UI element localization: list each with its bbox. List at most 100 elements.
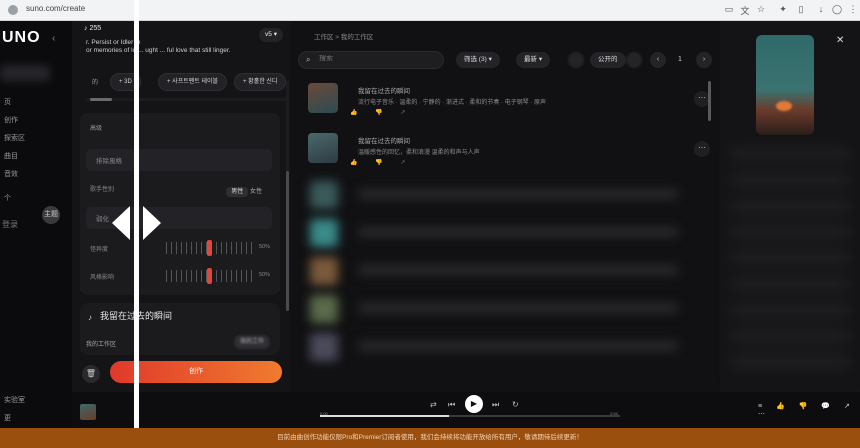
player-cover[interactable] <box>80 404 96 420</box>
slider-knob[interactable] <box>206 268 212 284</box>
blurred-text <box>358 303 678 313</box>
lyrics-textarea[interactable]: r. Persist or Idler fe or memories of lo… <box>86 39 276 55</box>
download-icon[interactable]: ↓ <box>814 4 828 14</box>
total-time: 2:54 <box>610 411 618 416</box>
sidebar-item-profile[interactable]: 个 <box>4 193 11 203</box>
next-page-button[interactable]: › <box>696 52 712 68</box>
play-button[interactable]: ▶ <box>465 395 483 413</box>
sidebar-item-create[interactable]: 创作 <box>4 115 18 125</box>
chevron-down-icon: ▾ <box>538 56 543 63</box>
collapse-sidebar-icon[interactable]: ‹ <box>52 33 55 44</box>
menu-icon[interactable]: ⋮ <box>846 4 860 15</box>
song-cover[interactable] <box>308 133 338 163</box>
grid-icon[interactable] <box>568 52 584 68</box>
advanced-options-card: 高级 排除風格 歌手性别 男性 女性 弱化 怪异度 50% 风格影响 50% <box>80 113 280 295</box>
sidebar-item-explore[interactable]: 探索区 <box>4 133 25 143</box>
sidebar-item-home[interactable]: 页 <box>4 97 11 107</box>
credits-counter: ♪ 255 <box>84 25 102 32</box>
blurred-song-row <box>306 181 706 211</box>
create-panel: ♪ 255 v5 ▾ r. Persist or Idler fe or mem… <box>72 21 290 448</box>
workspace-scrollbar[interactable] <box>708 81 711 121</box>
sidebar-login[interactable]: 登录 <box>2 219 18 230</box>
song-cover[interactable] <box>308 83 338 113</box>
theme-bubble[interactable]: 主题 <box>42 206 60 224</box>
extensions-icon[interactable]: ✦ <box>776 4 790 15</box>
sidebar-item-sounds[interactable]: 音效 <box>4 169 18 179</box>
close-icon[interactable]: ✕ <box>836 35 844 46</box>
sort-button[interactable]: 最新 ▾ <box>516 52 551 68</box>
chevron-down-icon: ▾ <box>488 56 492 63</box>
next-track-icon[interactable]: ⏭ <box>492 400 499 410</box>
progress-fill <box>320 415 449 417</box>
field-label: 弱化 <box>96 216 109 223</box>
song-title[interactable]: 我留在过去的瞬间 <box>358 85 410 95</box>
public-filter-button[interactable]: 公开的 <box>590 52 626 68</box>
arrow-left-icon[interactable] <box>112 206 130 240</box>
address-bar[interactable]: suno.com/create <box>26 4 85 13</box>
left-sidebar: UNO ‹ 页 创作 探索区 曲目 音效 个 主题 登录 实验室 更 <box>0 21 72 448</box>
search-box[interactable]: ⌕ <box>298 51 444 69</box>
search-input[interactable] <box>319 55 439 62</box>
blurred-cover <box>310 295 338 323</box>
slider-label: 风格影响 <box>90 275 115 281</box>
tab-icon[interactable]: ▭ <box>722 4 736 15</box>
song-preview-panel: ✕ <box>720 21 860 392</box>
blurred-text <box>358 189 678 199</box>
chips-scrollbar[interactable] <box>86 98 286 101</box>
filter-button[interactable]: 筛选 (3) ▾ <box>456 52 500 68</box>
site-info-icon[interactable] <box>8 5 18 15</box>
more-icon[interactable]: ⋯ <box>694 141 710 157</box>
gender-female[interactable]: 女性 <box>250 189 262 195</box>
song-row[interactable]: 我留在过去的瞬间 温暖感性的回忆，柔和浪漫 温柔的和声与人声 👍 👎 ↗ ⋯ <box>306 133 710 171</box>
song-actions[interactable]: 👍 👎 ↗ <box>350 159 413 166</box>
gender-toggle[interactable]: 男性 女性 <box>226 186 262 197</box>
sidebar-item-tracks[interactable]: 曲目 <box>4 151 18 161</box>
progress-bar[interactable] <box>320 415 620 417</box>
sidebar-icon[interactable]: ▯ <box>794 4 808 15</box>
style-chip-synth[interactable]: + 황홀한 신디 <box>234 73 287 91</box>
player-actions[interactable]: ≡ 👍 👎 💬 ↗ ⋯ <box>758 402 860 418</box>
blurred-text <box>358 341 678 351</box>
previous-track-icon[interactable]: ⏮ <box>448 400 455 410</box>
profile-icon[interactable]: ◯ <box>830 4 844 15</box>
sidebar-item-labs[interactable]: 实验室 <box>4 395 25 405</box>
song-tags: 流行电子音乐 · 温柔的 · 宁静的 · 渐进式 · 柔和的节奏 · 电子钢琴 … <box>358 100 546 106</box>
scrollbar-thumb[interactable] <box>90 98 112 101</box>
exclude-style-field[interactable]: 排除風格 <box>86 149 272 171</box>
trash-icon[interactable]: 🗑 <box>82 365 100 383</box>
sidebar-item-more[interactable]: 更 <box>4 413 11 423</box>
create-scrollbar[interactable] <box>286 81 289 311</box>
blurred-song-row <box>306 295 706 325</box>
style-chip-table[interactable]: + 사프트펜트 테이블 <box>158 73 227 91</box>
song-cover-large <box>756 35 814 135</box>
song-title[interactable]: 我留在过去的瞬间 <box>358 135 410 145</box>
blurred-details <box>730 147 850 377</box>
list-icon[interactable] <box>626 52 642 68</box>
blurred-song-row <box>306 219 706 249</box>
arrow-right-icon[interactable] <box>143 206 161 240</box>
player-bar: ⇄ ⏮ ▶ ⏭ ↻ 0:00 2:54 ≡ 👍 👎 💬 ↗ ⋯ <box>72 392 860 428</box>
song-row[interactable]: 我留在过去的瞬间 流行电子音乐 · 温柔的 · 宁静的 · 渐进式 · 柔和的节… <box>306 83 710 121</box>
breadcrumb[interactable]: 工作区 > 我的工作区 <box>314 31 373 41</box>
chip-prefix: 的 <box>92 80 99 86</box>
workspace-select[interactable]: 我的工作 <box>233 335 270 349</box>
cover-art-sun <box>776 101 792 111</box>
blurred-cover <box>310 181 338 209</box>
workspace-label: 我的工作区 <box>86 342 117 348</box>
shuffle-icon[interactable]: ⇄ <box>430 400 437 409</box>
song-actions[interactable]: 👍 👎 ↗ <box>350 109 413 116</box>
comparison-divider[interactable] <box>134 0 139 448</box>
weirdness-slider[interactable]: 怪异度 50% <box>86 239 272 257</box>
style-influence-slider[interactable]: 风格影响 50% <box>86 267 272 285</box>
scrollbar-thumb[interactable] <box>286 171 289 311</box>
translate-icon[interactable]: 文 <box>738 4 752 17</box>
prev-page-button[interactable]: ‹ <box>650 52 666 68</box>
star-icon[interactable]: ☆ <box>754 4 768 15</box>
advanced-label[interactable]: 高级 <box>90 123 102 132</box>
slider-knob[interactable] <box>206 240 212 256</box>
repeat-icon[interactable]: ↻ <box>512 400 519 409</box>
blurred-text <box>358 227 678 237</box>
blurred-song-row <box>306 257 706 287</box>
brand-logo[interactable]: UNO <box>2 29 41 47</box>
gender-male[interactable]: 男性 <box>226 187 249 197</box>
